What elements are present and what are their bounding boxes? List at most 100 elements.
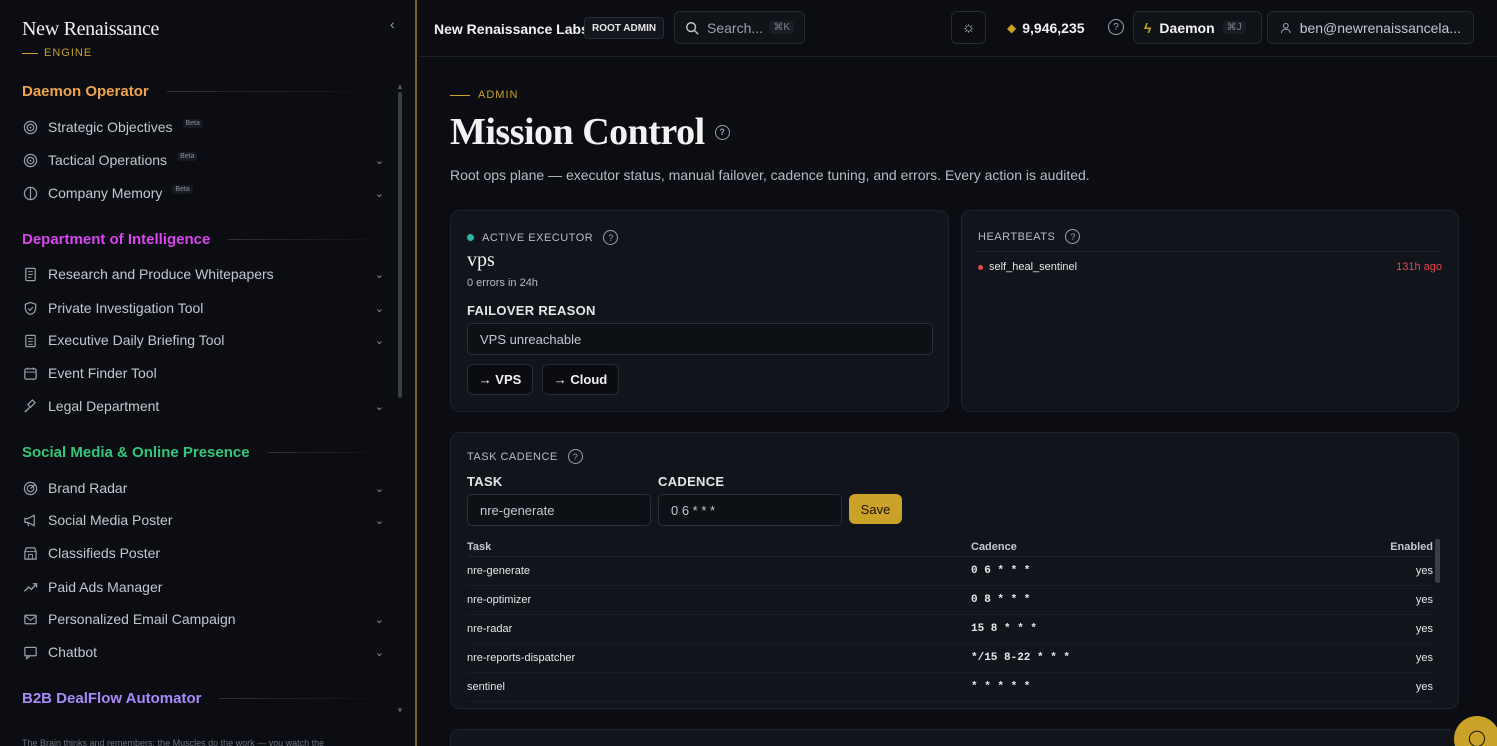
help-icon[interactable]: ? xyxy=(603,230,619,245)
sidebar: New Renaissance ENGINE ‹ Daemon Operator… xyxy=(0,0,417,746)
search-icon xyxy=(686,21,699,35)
mail-icon xyxy=(22,611,38,627)
section-rule xyxy=(267,452,392,453)
table-row[interactable]: nre-optimizer 0 8 * * * yes xyxy=(467,586,1433,615)
brand-logo[interactable]: New Renaissance ENGINE xyxy=(22,18,159,59)
sidebar-item-label: Paid Ads Manager xyxy=(48,579,163,595)
chevron-down-icon[interactable]: ⌄ xyxy=(375,334,384,347)
help-icon[interactable]: ? xyxy=(714,124,730,140)
chevron-down-icon[interactable]: ⌄ xyxy=(375,514,384,527)
cell-task: nre-reports-dispatcher xyxy=(467,652,576,664)
brand-rule xyxy=(22,52,38,54)
scroll-down-icon[interactable]: ▼ xyxy=(396,706,404,715)
table-body: nre-generate 0 6 * * * yes nre-optimizer 0 8… xyxy=(467,557,1433,702)
sidebar-section-title: Daemon Operator xyxy=(22,83,392,100)
chevron-down-icon[interactable]: ⌄ xyxy=(375,187,384,200)
sidebar-scrollbar[interactable] xyxy=(398,92,402,398)
daemon-label: Daemon xyxy=(1159,19,1215,36)
theme-toggle-button[interactable]: ☼ xyxy=(951,11,986,44)
role-badge: ROOT ADMIN xyxy=(584,17,665,39)
sidebar-section-title: Department of Intelligence xyxy=(22,231,392,248)
table-row[interactable]: nre-generate 0 6 * * * yes xyxy=(467,557,1433,586)
brand-sub-wrap: ENGINE xyxy=(22,47,159,59)
credits-value: 9,946,235 xyxy=(1022,20,1085,36)
target-icon xyxy=(22,119,38,135)
table-header: Task Cadence Enabled xyxy=(467,537,1433,557)
section-rule xyxy=(228,239,392,240)
status-dot-icon xyxy=(467,234,474,241)
sidebar-item-personalized-email-campaign[interactable]: Personalized Email Campaign ⌄ xyxy=(22,607,384,631)
sidebar-item-label: Classifieds Poster xyxy=(48,545,161,561)
cadence-header: TASK CADENCE ? xyxy=(467,449,583,464)
sidebar-item-paid-ads-manager[interactable]: Paid Ads Manager xyxy=(22,575,384,599)
cadence-input[interactable] xyxy=(658,494,842,526)
sidebar-item-research-and-produce-whitepapers[interactable]: Research and Produce Whitepapers ⌄ xyxy=(22,262,384,286)
search-button[interactable]: Search... ⌘K xyxy=(674,11,805,44)
beta-badge: Beta xyxy=(177,151,198,161)
user-email: ben@newrenaissancela... xyxy=(1299,19,1461,36)
help-icon[interactable]: ? xyxy=(567,449,583,464)
chevron-down-icon[interactable]: ⌄ xyxy=(375,482,384,495)
table-row[interactable]: nre-reports-dispatcher */15 8-22 * * * yes xyxy=(467,644,1433,673)
chevron-down-icon[interactable]: ⌄ xyxy=(375,302,384,315)
eyebrow-label: ADMIN xyxy=(478,89,519,101)
chevron-down-icon[interactable]: ⌄ xyxy=(375,646,384,659)
sidebar-item-strategic-objectives[interactable]: Strategic Objectives Beta xyxy=(22,115,384,139)
executor-header: ACTIVE EXECUTOR ? xyxy=(467,230,619,245)
failover-cloud-button[interactable]: → Cloud xyxy=(542,364,619,395)
help-icon[interactable]: ? xyxy=(1108,19,1124,35)
sidebar-item-brand-radar[interactable]: Brand Radar ⌄ xyxy=(22,476,384,500)
section-label: Daemon Operator xyxy=(22,83,149,100)
section-rule xyxy=(166,91,392,92)
user-menu-button[interactable]: ben@newrenaissancela... xyxy=(1267,11,1474,44)
brand-sub: ENGINE xyxy=(44,47,93,59)
failover-vps-button[interactable]: → VPS xyxy=(467,364,533,395)
sidebar-item-label: Event Finder Tool xyxy=(48,365,157,381)
org-name[interactable]: New Renaissance Labs xyxy=(434,21,589,37)
sidebar-item-social-media-poster[interactable]: Social Media Poster ⌄ xyxy=(22,508,384,532)
section-label: Social Media & Online Presence xyxy=(22,444,250,461)
table-scrollbar[interactable] xyxy=(1435,539,1440,583)
scroll-up-icon[interactable]: ▲ xyxy=(396,82,404,91)
sidebar-item-company-memory[interactable]: Company Memory Beta ⌄ xyxy=(22,181,384,205)
table-row[interactable]: nre-radar 15 8 * * * yes xyxy=(467,615,1433,644)
cell-enabled: yes xyxy=(1415,652,1433,664)
chevron-down-icon[interactable]: ⌄ xyxy=(375,154,384,167)
sidebar-item-event-finder-tool[interactable]: Event Finder Tool xyxy=(22,361,384,385)
sidebar-item-private-investigation-tool[interactable]: Private Investigation Tool ⌄ xyxy=(22,296,384,320)
cell-task: nre-generate xyxy=(467,565,530,577)
save-button[interactable]: Save xyxy=(849,494,902,524)
sidebar-item-executive-daily-briefing-tool[interactable]: Executive Daily Briefing Tool ⌄ xyxy=(22,328,384,352)
app-root: New Renaissance ENGINE ‹ Daemon Operator… xyxy=(0,0,1497,746)
collapse-sidebar-icon[interactable]: ‹ xyxy=(390,16,395,32)
task-input[interactable] xyxy=(467,494,651,526)
brain-icon xyxy=(22,185,38,201)
chevron-down-icon[interactable]: ⌄ xyxy=(375,400,384,413)
failover-reason-input[interactable] xyxy=(467,323,933,355)
task-cadence-card: TASK CADENCE ? TASK CADENCE Save Task Ca… xyxy=(450,432,1459,709)
trending-up-icon xyxy=(22,579,38,595)
executor-label: ACTIVE EXECUTOR xyxy=(482,231,594,244)
sidebar-item-label: Personalized Email Campaign xyxy=(48,611,236,627)
sidebar-item-legal-department[interactable]: Legal Department ⌄ xyxy=(22,394,384,418)
brand-name: New Renaissance xyxy=(22,18,160,40)
diamond-icon: ◆ xyxy=(1007,21,1017,35)
credits-balance[interactable]: ◆ 9,946,235 xyxy=(1007,20,1085,36)
cell-enabled: yes xyxy=(1415,594,1433,606)
main-content: ADMIN Mission Control ? Root ops plane —… xyxy=(419,58,1497,746)
chat-icon xyxy=(22,644,38,660)
chat-icon: ◯ xyxy=(1468,730,1486,746)
column-header-enabled: Enabled xyxy=(1390,540,1433,553)
sidebar-item-classifieds-poster[interactable]: Classifieds Poster xyxy=(22,541,384,565)
cell-cadence: * * * * * xyxy=(971,681,1031,693)
daemon-button[interactable]: ϟ Daemon ⌘J xyxy=(1133,11,1262,44)
sidebar-item-chatbot[interactable]: Chatbot ⌄ xyxy=(22,640,384,664)
sidebar-item-tactical-operations[interactable]: Tactical Operations Beta ⌄ xyxy=(22,148,384,172)
sidebar-item-label: Research and Produce Whitepapers xyxy=(48,266,274,282)
cell-enabled: yes xyxy=(1415,623,1433,635)
chevron-down-icon[interactable]: ⌄ xyxy=(375,268,384,281)
help-icon[interactable]: ? xyxy=(1065,229,1081,244)
section-label: B2B DealFlow Automator xyxy=(22,690,202,707)
table-row[interactable]: sentinel * * * * * yes xyxy=(467,673,1433,702)
chevron-down-icon[interactable]: ⌄ xyxy=(375,613,384,626)
